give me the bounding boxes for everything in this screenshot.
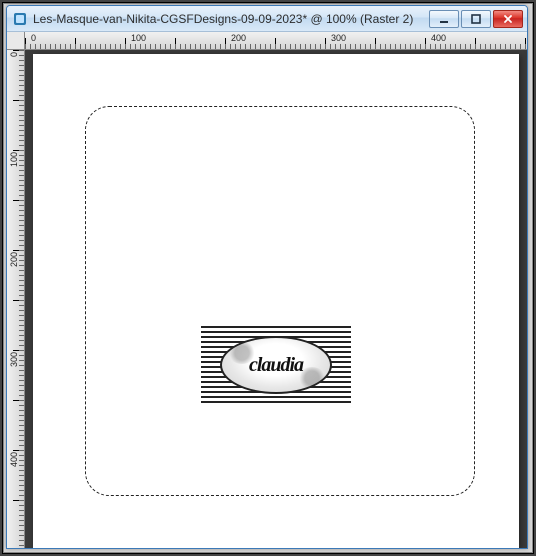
ruler-h-tick: 0 <box>31 33 36 43</box>
workspace: 0 100 200 300 400 0 100 200 300 400 clau… <box>7 32 527 548</box>
window-controls <box>429 10 523 28</box>
canvas-viewport[interactable]: claudia <box>25 50 527 548</box>
document-window: Les-Masque-van-Nikita-CGSFDesigns-09-09-… <box>6 5 528 549</box>
canvas[interactable]: claudia <box>33 54 519 548</box>
ruler-v-tick: 100 <box>9 152 19 167</box>
ruler-vertical[interactable]: 0 100 200 300 400 <box>7 50 25 548</box>
ruler-v-tick: 200 <box>9 252 19 267</box>
titlebar[interactable]: Les-Masque-van-Nikita-CGSFDesigns-09-09-… <box>7 6 527 32</box>
ruler-h-tick: 400 <box>431 33 446 43</box>
ruler-v-tick: 300 <box>9 352 19 367</box>
ruler-h-tick: 100 <box>131 33 146 43</box>
selection-marquee[interactable] <box>85 106 475 496</box>
watermark-oval: claudia <box>220 336 332 394</box>
ruler-horizontal[interactable]: 0 100 200 300 400 <box>25 32 527 50</box>
close-button[interactable] <box>493 10 523 28</box>
watermark-text: claudia <box>249 354 303 377</box>
ruler-h-tick: 200 <box>231 33 246 43</box>
app-icon <box>13 12 27 26</box>
maximize-button[interactable] <box>461 10 491 28</box>
ruler-v-tick: 400 <box>9 452 19 467</box>
minimize-button[interactable] <box>429 10 459 28</box>
watermark-graphic: claudia <box>201 326 351 404</box>
ruler-origin[interactable] <box>7 32 25 50</box>
ruler-v-tick: 0 <box>9 52 19 57</box>
window-title: Les-Masque-van-Nikita-CGSFDesigns-09-09-… <box>33 12 423 26</box>
ruler-h-tick: 300 <box>331 33 346 43</box>
